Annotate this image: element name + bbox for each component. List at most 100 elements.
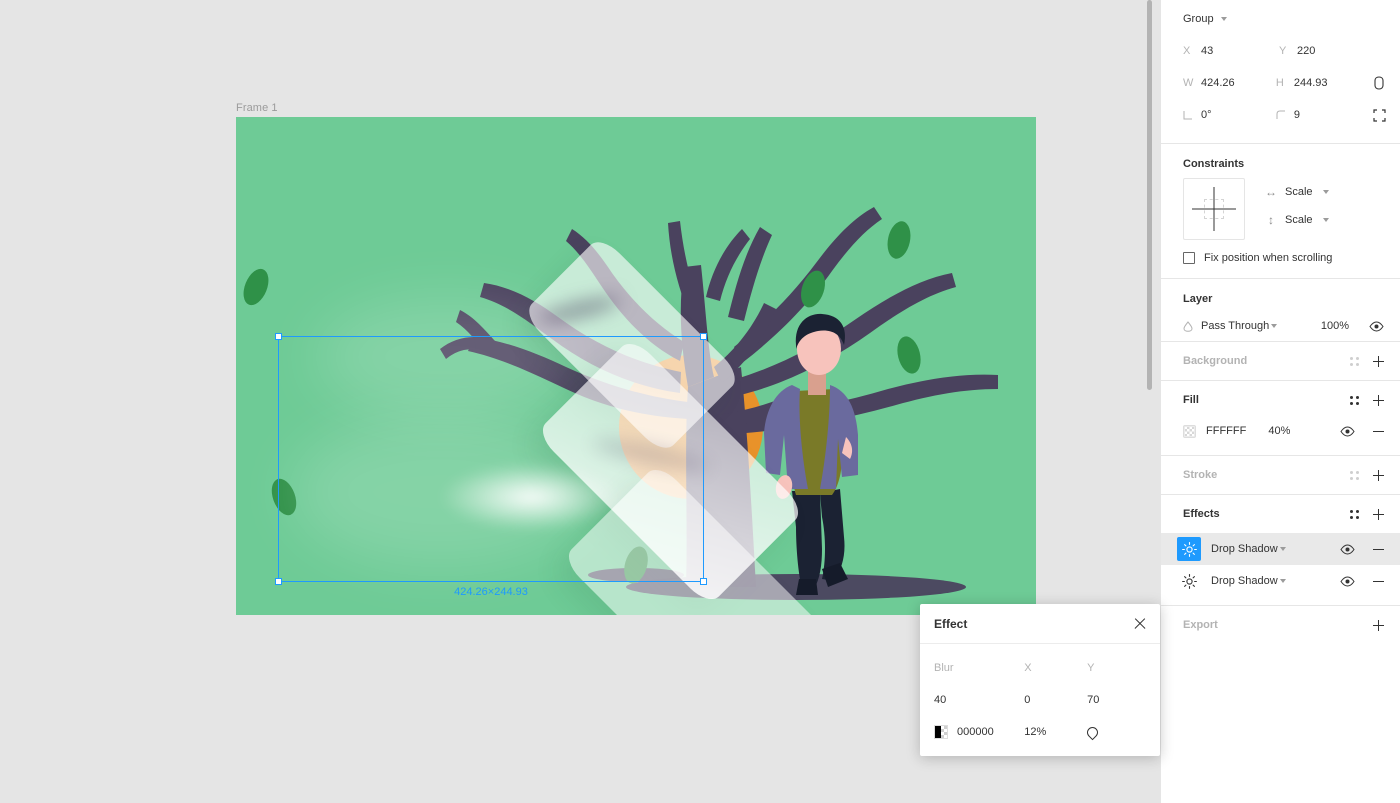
fill-color-swatch[interactable] bbox=[1183, 424, 1196, 438]
eyedropper-icon[interactable] bbox=[1084, 724, 1101, 740]
fill-visibility-toggle[interactable] bbox=[1340, 425, 1355, 437]
corner-radius-field[interactable]: 9 bbox=[1276, 109, 1369, 121]
eye-icon bbox=[1340, 425, 1355, 437]
remove-effect-button[interactable] bbox=[1373, 580, 1384, 582]
chevron-down-icon bbox=[1220, 17, 1227, 21]
effects-styles-button[interactable] bbox=[1350, 509, 1359, 519]
background-section: Background bbox=[1161, 342, 1400, 381]
effect-color-opacity[interactable]: 12% bbox=[1024, 726, 1087, 738]
fill-item-row: FFFFFF 40% bbox=[1161, 419, 1400, 455]
fill-header: Fill bbox=[1161, 381, 1400, 419]
inspector-panel: Group X 43 Y 220 W 424.26 H 244.93 0° 9 … bbox=[1160, 0, 1400, 803]
object-type-selector[interactable]: Group bbox=[1161, 0, 1400, 35]
minus-icon bbox=[1373, 580, 1384, 582]
y-field[interactable]: Y 220 bbox=[1279, 45, 1375, 57]
object-type-label: Group bbox=[1183, 13, 1214, 25]
w-label: W bbox=[1183, 77, 1194, 89]
remove-fill-button[interactable] bbox=[1373, 430, 1384, 432]
blur-label: Blur bbox=[934, 662, 954, 674]
constraints-title: Constraints bbox=[1183, 158, 1245, 170]
layer-section: Layer Pass Through 100% bbox=[1161, 279, 1400, 342]
drop-shadow-icon[interactable] bbox=[1177, 537, 1201, 561]
layer-visibility-toggle[interactable] bbox=[1369, 320, 1384, 332]
plus-icon bbox=[1373, 508, 1384, 520]
effect-name: Drop Shadow bbox=[1211, 543, 1278, 555]
stroke-header: Stroke bbox=[1161, 456, 1400, 494]
add-background-button[interactable] bbox=[1373, 355, 1384, 367]
link-chain-icon bbox=[1374, 76, 1384, 90]
effect-row-drop-shadow-2[interactable]: Drop Shadow bbox=[1161, 565, 1400, 597]
background-header: Background bbox=[1161, 342, 1400, 380]
constrain-proportions-button[interactable] bbox=[1369, 76, 1390, 90]
plus-icon bbox=[1373, 619, 1384, 631]
x-label: X bbox=[1183, 45, 1191, 57]
fill-styles-button[interactable] bbox=[1350, 395, 1359, 405]
minus-icon bbox=[1373, 430, 1384, 432]
effects-title: Effects bbox=[1183, 508, 1220, 520]
chevron-down-icon bbox=[1271, 324, 1278, 328]
offset-y-value[interactable]: 70 bbox=[1087, 694, 1146, 706]
stroke-styles-button[interactable] bbox=[1350, 470, 1359, 480]
drop-shadow-icon[interactable] bbox=[1177, 569, 1201, 593]
horizontal-constraint-value: Scale bbox=[1285, 186, 1313, 198]
effect-row-drop-shadow-1[interactable]: Drop Shadow bbox=[1161, 533, 1400, 565]
effect-popup-color-row: 000000 12% bbox=[934, 716, 1146, 748]
frame-label[interactable]: Frame 1 bbox=[236, 102, 278, 114]
blend-mode-value[interactable]: Pass Through bbox=[1201, 320, 1269, 332]
effect-popup-title: Effect bbox=[934, 616, 968, 631]
effect-popup-header: Effect bbox=[920, 604, 1160, 644]
effect-popup-values-row: 40 0 70 bbox=[934, 684, 1146, 716]
blend-mode-icon bbox=[1183, 320, 1201, 332]
vertical-constraint-dropdown[interactable]: ↕ Scale bbox=[1265, 206, 1329, 234]
effect-color-value[interactable]: 000000 bbox=[957, 726, 994, 738]
effect-color-swatch[interactable] bbox=[934, 725, 948, 739]
background-styles-button[interactable] bbox=[1350, 356, 1359, 366]
size-row: W 424.26 H 244.93 bbox=[1183, 67, 1390, 99]
remove-effect-button[interactable] bbox=[1373, 548, 1384, 550]
chevron-down-icon bbox=[1322, 190, 1329, 194]
transform-properties: X 43 Y 220 W 424.26 H 244.93 0° 9 bbox=[1161, 35, 1400, 144]
fill-opacity-value[interactable]: 40% bbox=[1268, 425, 1290, 437]
chevron-down-icon bbox=[1279, 579, 1286, 583]
y-label: Y bbox=[1279, 45, 1287, 57]
vertical-constraint-value: Scale bbox=[1285, 214, 1313, 226]
add-stroke-button[interactable] bbox=[1373, 469, 1384, 481]
add-fill-button[interactable] bbox=[1373, 394, 1384, 406]
canvas-vertical-scrollbar[interactable] bbox=[1147, 0, 1152, 390]
effect-settings-popup[interactable]: Effect Blur X Y 40 0 70 000000 12% bbox=[920, 604, 1160, 756]
offset-x-value[interactable]: 0 bbox=[1024, 694, 1087, 706]
export-title: Export bbox=[1183, 619, 1218, 631]
x-field[interactable]: X 43 bbox=[1183, 45, 1279, 57]
eye-icon bbox=[1340, 575, 1355, 587]
height-field[interactable]: H 244.93 bbox=[1276, 77, 1369, 89]
effect-visibility-toggle[interactable] bbox=[1340, 575, 1355, 587]
effect-popup-column-headers: Blur X Y bbox=[934, 652, 1146, 684]
fix-position-when-scrolling-option[interactable]: Fix position when scrolling bbox=[1161, 244, 1400, 278]
effects-section: Effects Drop Shadow Drop Shadow bbox=[1161, 495, 1400, 606]
design-tool-window: Frame 1 424.26×244.93 Group X 43 Y 220 W… bbox=[0, 0, 1400, 803]
layer-opacity-value[interactable]: 100% bbox=[1321, 320, 1349, 332]
close-icon[interactable] bbox=[1132, 616, 1148, 632]
width-field[interactable]: W 424.26 bbox=[1183, 77, 1276, 89]
blur-value[interactable]: 40 bbox=[934, 694, 1024, 706]
eye-icon bbox=[1369, 320, 1384, 332]
y-value: 220 bbox=[1297, 45, 1316, 57]
constraint-right-line bbox=[1222, 208, 1236, 210]
corner-radius-value: 9 bbox=[1293, 109, 1300, 121]
horizontal-constraint-dropdown[interactable]: ↔ Scale bbox=[1265, 178, 1329, 206]
export-header: Export bbox=[1161, 606, 1400, 644]
rotation-field[interactable]: 0° bbox=[1183, 109, 1276, 121]
fix-position-checkbox[interactable] bbox=[1183, 252, 1195, 264]
w-value: 424.26 bbox=[1201, 77, 1235, 89]
fill-color-value[interactable]: FFFFFF bbox=[1206, 425, 1246, 437]
independent-corners-button[interactable] bbox=[1369, 108, 1390, 122]
constraints-grid[interactable] bbox=[1183, 178, 1245, 240]
horizontal-arrows-icon: ↔ bbox=[1265, 185, 1277, 199]
add-export-button[interactable] bbox=[1373, 619, 1384, 631]
artboard-frame-1[interactable] bbox=[236, 117, 1036, 615]
offset-x-label: X bbox=[1024, 662, 1032, 674]
effect-visibility-toggle[interactable] bbox=[1340, 543, 1355, 555]
add-effect-button[interactable] bbox=[1373, 508, 1384, 520]
fill-title: Fill bbox=[1183, 394, 1199, 406]
constraint-bottom-line bbox=[1213, 217, 1215, 231]
